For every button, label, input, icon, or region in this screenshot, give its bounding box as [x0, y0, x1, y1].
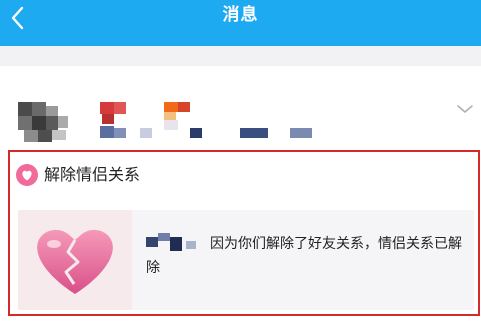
top-navigation-bar: 消息	[0, 0, 481, 46]
thumbnail	[18, 210, 132, 310]
broken-heart-icon	[37, 229, 113, 294]
chevron-down-icon	[457, 105, 473, 113]
message-content: 因为你们解除了好友关系，情侣关系已解除	[18, 210, 474, 310]
blurred-friend-name	[146, 233, 210, 251]
page-title: 消息	[222, 5, 259, 25]
notice-message: 因为你们解除了好友关系，情侣关系已解除	[146, 232, 468, 280]
notice-title: 解除情侣关系	[44, 165, 141, 184]
notice-header: 解除情侣关系	[16, 162, 316, 188]
pink-heart-icon	[16, 164, 38, 186]
sender-row[interactable]	[0, 66, 481, 148]
expand-button[interactable]	[456, 100, 474, 113]
section-gap	[0, 46, 481, 66]
relationship-notice[interactable]: 解除情侣关系 因为你们解除了好友关系，情侣关系已解除	[8, 150, 480, 316]
